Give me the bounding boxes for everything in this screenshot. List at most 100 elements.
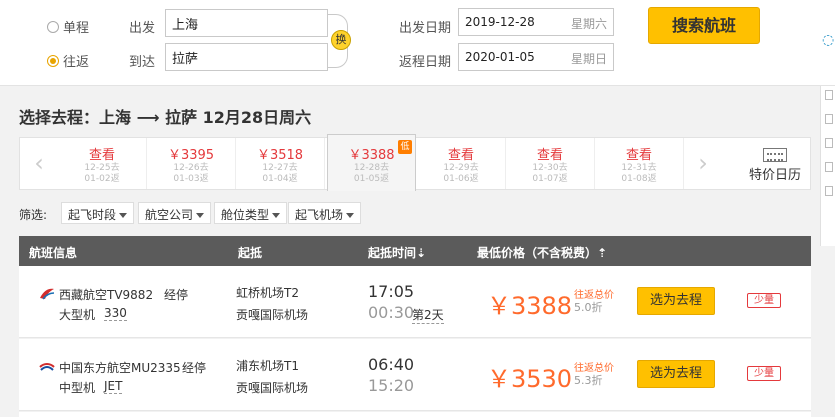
- airline-flight-number: 中国东方航空MU2335: [59, 361, 181, 375]
- flight-row: 西藏航空TV9882 经停 大型机 330 虹桥机场T2 贡嘎国际机场 17:0…: [19, 266, 811, 338]
- filter-label: 筛选:: [19, 208, 48, 222]
- filter-airline[interactable]: 航空公司: [138, 202, 212, 224]
- date-cell-return: 01-02返: [84, 174, 120, 184]
- plane-type: 大型机: [59, 308, 96, 322]
- price-calendar-label: 特价日历: [748, 168, 801, 183]
- departure-time: 17:05: [368, 282, 415, 301]
- col-price-sort[interactable]: 最低价格（不含税费）⇡: [477, 244, 607, 261]
- date-cell-depart: 12-29去: [443, 163, 479, 173]
- date-cell[interactable]: 查看 12-29去 01-06返: [417, 138, 506, 189]
- swap-button[interactable]: 换: [331, 30, 351, 50]
- depart-date-input[interactable]: 2019-12-28 星期六: [458, 8, 614, 36]
- to-city-input[interactable]: 拉萨: [165, 43, 328, 71]
- radio-unchecked-icon: [47, 20, 59, 33]
- calendar-icon: [763, 148, 787, 162]
- date-cell-return: 01-04返: [262, 174, 298, 184]
- few-seats-badge: 少量: [747, 366, 781, 381]
- caret-down-icon: [119, 213, 128, 218]
- route-title: 选择去程：上海 ⟶ 拉萨 12月28日周六: [19, 108, 312, 127]
- date-cell[interactable]: ￥3518 12-27去 01-04返: [236, 138, 325, 189]
- next-day-label[interactable]: 第2天: [412, 306, 444, 324]
- caret-down-icon: [196, 213, 205, 218]
- date-cell-price: 查看: [88, 148, 115, 163]
- date-cell-price: 查看: [625, 148, 652, 163]
- date-cell-depart: 12-28去: [353, 163, 390, 173]
- china-eastern-logo-icon: [39, 363, 55, 371]
- date-cell-depart: 12-26去: [173, 163, 209, 173]
- flight-price: ￥3388: [487, 292, 573, 320]
- side-logo-icon: ◌: [822, 32, 835, 48]
- filter-option-label: 舱位类型: [221, 208, 270, 222]
- side-box-icon: [825, 138, 833, 148]
- from-label: 出发: [129, 21, 156, 36]
- arrival-time: 00:30: [368, 303, 415, 322]
- radio-checked-icon: [47, 54, 59, 67]
- from-city-input[interactable]: 上海: [165, 9, 328, 37]
- discount-label: 5.0折: [574, 301, 603, 314]
- filter-departure-time[interactable]: 起飞时段: [61, 202, 135, 224]
- next-dates-arrow-icon[interactable]: ›: [684, 138, 722, 189]
- flight-price: ￥3530: [487, 365, 573, 393]
- trip-oneway-label: 单程: [63, 21, 90, 36]
- filter-option-label: 起飞机场: [295, 208, 344, 222]
- price-calendar-button[interactable]: 特价日历: [740, 138, 810, 189]
- search-panel: 单程 往返 出发 到达 上海 拉萨 换 出发日期 返程日期 2019-12-28…: [0, 0, 835, 86]
- return-weekday: 星期日: [570, 52, 607, 66]
- depart-weekday: 星期六: [570, 17, 607, 31]
- filter-option-label: 起飞时段: [68, 208, 117, 222]
- arrival-airport: 贡嘎国际机场: [236, 381, 309, 395]
- date-cell-depart: 12-30去: [532, 163, 568, 173]
- prev-dates-arrow-icon[interactable]: ‹: [20, 138, 58, 189]
- return-date-value: 2020-01-05: [465, 50, 535, 64]
- side-box-icon: [825, 162, 833, 172]
- filter-option-label: 航空公司: [145, 208, 194, 222]
- stopover-label[interactable]: 经停: [182, 359, 206, 376]
- return-date-label: 返程日期: [399, 55, 452, 70]
- departure-time: 06:40: [368, 355, 415, 374]
- date-cell-price: 查看: [447, 148, 474, 163]
- date-cell-price: ￥3518: [256, 148, 304, 163]
- date-cell[interactable]: 查看 12-31去 01-08返: [595, 138, 684, 189]
- plane-type: 中型机: [59, 381, 96, 395]
- return-date-input[interactable]: 2020-01-05 星期日: [458, 43, 614, 71]
- col-time-sort[interactable]: 起抵时间⇣: [368, 244, 426, 261]
- flight-row: 中国东方航空MU2335 经停 中型机 JET 浦东机场T1 贡嘎国际机场 06…: [19, 339, 811, 411]
- date-cell[interactable]: ￥3395 12-26去 01-03返: [147, 138, 236, 189]
- date-cell-selected[interactable]: ￥3388 12-28去 01-05返 低: [327, 134, 416, 191]
- filter-cabin-class[interactable]: 舱位类型: [214, 202, 288, 224]
- few-seats-badge: 少量: [747, 293, 781, 308]
- select-outbound-button[interactable]: 选为去程: [637, 287, 715, 315]
- trip-oneway-radio[interactable]: 单程: [47, 17, 89, 36]
- trip-round-label: 往返: [63, 55, 90, 70]
- plane-model[interactable]: JET: [104, 379, 123, 394]
- depart-date-value: 2019-12-28: [465, 15, 535, 29]
- side-box-icon: [825, 90, 833, 100]
- date-cell-return: 01-03返: [173, 174, 209, 184]
- trip-round-radio[interactable]: 往返: [47, 51, 89, 70]
- date-cell[interactable]: 查看 12-30去 01-07返: [506, 138, 595, 189]
- col-flight-info: 航班信息: [29, 246, 78, 260]
- to-label: 到达: [129, 55, 156, 70]
- date-cell-return: 01-05返: [353, 174, 390, 184]
- date-cell[interactable]: 查看 12-25去 01-02返: [58, 138, 147, 189]
- date-cell-return: 01-06返: [443, 174, 479, 184]
- departure-airport: 虹桥机场T2: [236, 286, 299, 300]
- filter-departure-airport[interactable]: 起飞机场: [288, 202, 362, 224]
- date-cell-price: ￥3395: [167, 148, 215, 163]
- date-cell-depart: 12-31去: [621, 163, 657, 173]
- tibet-airlines-logo-icon: [40, 288, 55, 300]
- airline-flight-number: 西藏航空TV9882: [59, 288, 154, 302]
- discount-label: 5.3折: [574, 374, 603, 387]
- date-cell-return: 01-07返: [532, 174, 568, 184]
- side-box-icon: [825, 114, 833, 124]
- flight-table-header: 航班信息 起抵 起抵时间⇣ 最低价格（不含税费）⇡: [19, 236, 811, 266]
- stopover-label[interactable]: 经停: [164, 286, 188, 303]
- arrival-airport: 贡嘎国际机场: [236, 308, 309, 322]
- right-side-panel: [820, 86, 835, 246]
- search-flights-button[interactable]: 搜索航班: [648, 7, 760, 44]
- select-outbound-button[interactable]: 选为去程: [637, 360, 715, 388]
- date-cell-depart: 12-27去: [262, 163, 298, 173]
- side-box-icon: [825, 186, 833, 196]
- plane-model[interactable]: 330: [104, 306, 127, 321]
- date-cell-price: 查看: [536, 148, 563, 163]
